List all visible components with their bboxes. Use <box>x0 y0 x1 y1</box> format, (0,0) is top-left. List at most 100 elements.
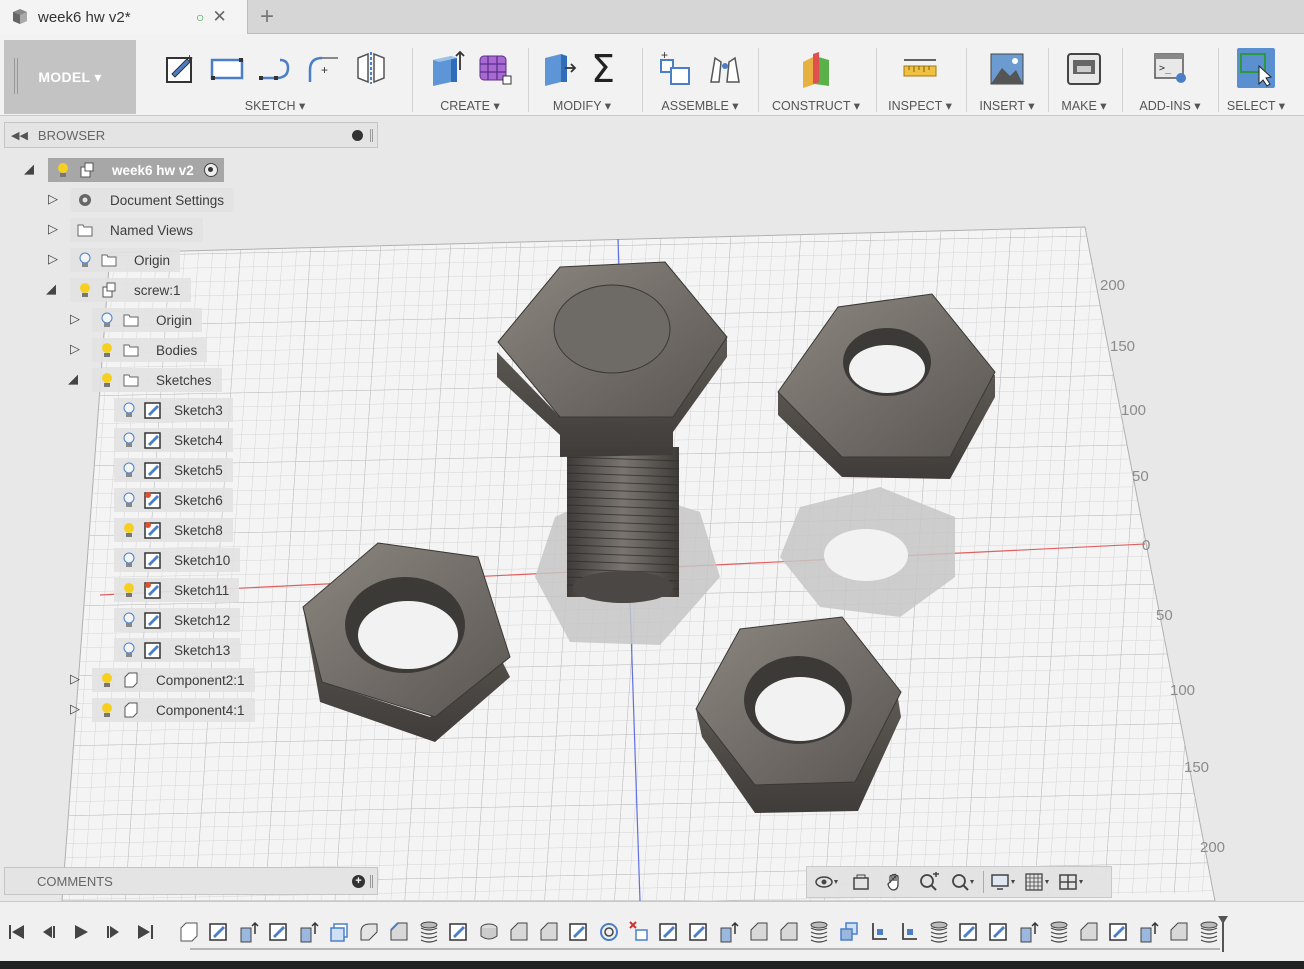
expand-arrow-down-icon[interactable]: ◢ <box>46 281 56 297</box>
chamfer-feature-icon[interactable] <box>1168 920 1190 944</box>
make-menu[interactable]: MAKE ▾ <box>1050 98 1118 113</box>
new-tab-button[interactable]: + <box>256 3 278 31</box>
comments-panel[interactable]: COMMENTS + <box>4 867 378 895</box>
sketch-menu[interactable]: SKETCH ▾ <box>140 98 410 113</box>
lightbulb-icon[interactable] <box>76 281 94 299</box>
panel-grip[interactable] <box>370 875 373 888</box>
extrude-feature-icon[interactable] <box>298 920 320 944</box>
tree-item-sketch[interactable]: Sketch10 <box>114 548 241 572</box>
tree-item-sketches[interactable]: Sketches <box>92 368 222 392</box>
thread-feature-icon[interactable] <box>1048 920 1070 944</box>
thread-feature-icon[interactable] <box>928 920 950 944</box>
select-icon[interactable] <box>1237 48 1275 88</box>
workspace-switcher[interactable]: MODEL ▾ <box>4 40 136 114</box>
step-forward-icon[interactable] <box>102 920 124 944</box>
scripts-icon[interactable]: >_ <box>1151 48 1189 88</box>
play-icon[interactable] <box>70 920 92 944</box>
new-component-icon[interactable]: + <box>657 48 695 88</box>
pin-icon[interactable] <box>352 130 363 141</box>
tree-item-sketch[interactable]: Sketch3 <box>114 398 233 422</box>
tree-item-sketch[interactable]: Sketch11 <box>114 578 240 602</box>
hole-feature-icon[interactable] <box>598 920 620 944</box>
3d-print-icon[interactable] <box>1065 48 1103 88</box>
sketch-feature-icon[interactable] <box>688 920 710 944</box>
measure-icon[interactable] <box>901 48 939 88</box>
move-feature-icon[interactable] <box>898 920 920 944</box>
lightbulb-off-icon[interactable] <box>120 551 138 569</box>
expand-arrow-right-icon[interactable]: ▷ <box>70 701 80 717</box>
3d-viewport[interactable]: 200 150 100 50 0 50 100 150 200 ◀◀ BROWS… <box>0 117 1304 901</box>
tree-root-node[interactable]: week6 hw v2 <box>48 158 224 182</box>
lightbulb-off-icon[interactable] <box>76 251 94 269</box>
chamfer-feature-icon[interactable] <box>748 920 770 944</box>
look-at-icon[interactable] <box>847 870 875 894</box>
zoom-icon[interactable] <box>915 870 943 894</box>
expand-arrow-down-icon[interactable]: ◢ <box>68 371 78 387</box>
tree-item-named-views[interactable]: Named Views <box>70 218 204 242</box>
lightbulb-icon[interactable] <box>120 581 138 599</box>
sketch-feature-icon[interactable] <box>268 920 290 944</box>
press-pull-icon[interactable] <box>539 48 577 88</box>
sketch-feature-icon[interactable] <box>448 920 470 944</box>
rectangle-icon[interactable] <box>208 48 246 88</box>
expand-arrow-right-icon[interactable]: ▷ <box>48 251 58 267</box>
addins-menu[interactable]: ADD-INS ▾ <box>1124 98 1216 113</box>
thread-feature-icon[interactable] <box>808 920 830 944</box>
create-menu[interactable]: CREATE ▾ <box>414 98 526 113</box>
lightbulb-icon[interactable] <box>54 161 72 179</box>
lightbulb-off-icon[interactable] <box>120 461 138 479</box>
box-feature-icon[interactable] <box>328 920 350 944</box>
expand-arrow-right-icon[interactable]: ▷ <box>70 311 80 327</box>
sketch-feature-icon[interactable] <box>1108 920 1130 944</box>
lightbulb-off-icon[interactable] <box>120 431 138 449</box>
timeline-marker-icon[interactable] <box>1218 916 1228 952</box>
assemble-menu[interactable]: ASSEMBLE ▾ <box>644 98 756 113</box>
lightbulb-icon[interactable] <box>98 341 116 359</box>
viewports-icon[interactable] <box>1058 870 1086 894</box>
panel-grip[interactable] <box>370 129 373 142</box>
orbit-icon[interactable] <box>813 870 841 894</box>
expand-arrow-down-icon[interactable]: ◢ <box>24 161 34 177</box>
go-to-end-icon[interactable] <box>134 920 156 944</box>
fit-zoom-dropdown-icon[interactable] <box>949 870 977 894</box>
sketch-feature-icon[interactable] <box>208 920 230 944</box>
expand-arrow-right-icon[interactable]: ▷ <box>70 671 80 687</box>
grid-settings-icon[interactable] <box>1024 870 1052 894</box>
extrude-feature-icon[interactable] <box>1018 920 1040 944</box>
fillet-sketch-icon[interactable]: + <box>304 48 342 88</box>
sketch-feature-icon[interactable] <box>988 920 1010 944</box>
toolbar-grip[interactable] <box>14 58 18 94</box>
tree-item-screw[interactable]: screw:1 <box>70 278 191 302</box>
form-icon[interactable] <box>475 48 513 88</box>
image-icon[interactable] <box>988 48 1026 88</box>
fillet-feature-icon[interactable] <box>358 920 380 944</box>
joint-icon[interactable] <box>705 48 743 88</box>
copy-feature-icon[interactable] <box>838 920 860 944</box>
create-sketch-icon[interactable]: + <box>160 48 198 88</box>
chamfer-feature-icon[interactable] <box>1078 920 1100 944</box>
construct-menu[interactable]: CONSTRUCT ▾ <box>760 98 872 113</box>
tree-item-sketch[interactable]: Sketch6 <box>114 488 233 512</box>
sketch-feature-icon[interactable] <box>568 920 590 944</box>
lightbulb-off-icon[interactable] <box>120 641 138 659</box>
extrude-feature-icon[interactable] <box>238 920 260 944</box>
tree-item-sketch[interactable]: Sketch8 <box>114 518 233 542</box>
modify-menu[interactable]: MODIFY ▾ <box>530 98 634 113</box>
tree-item-sketch[interactable]: Sketch4 <box>114 428 233 452</box>
tree-item-document-settings[interactable]: Document Settings <box>70 188 235 212</box>
display-settings-icon[interactable] <box>990 870 1018 894</box>
plane-icon[interactable] <box>797 48 835 88</box>
line-icon[interactable] <box>256 48 294 88</box>
component-feature-icon[interactable] <box>178 920 200 944</box>
extrude-feature-icon[interactable] <box>1138 920 1160 944</box>
lightbulb-icon[interactable] <box>98 701 116 719</box>
lightbulb-off-icon[interactable] <box>98 311 116 329</box>
sketch-feature-icon[interactable] <box>658 920 680 944</box>
lightbulb-off-icon[interactable] <box>120 491 138 509</box>
thread-feature-icon[interactable] <box>418 920 440 944</box>
document-tab[interactable]: week6 hw v2* ○ ✕ <box>0 0 248 34</box>
pan-hand-icon[interactable] <box>881 870 909 894</box>
chamfer-feature-icon[interactable] <box>778 920 800 944</box>
chamfer-feature-icon[interactable] <box>538 920 560 944</box>
activate-radio-icon[interactable] <box>203 163 218 177</box>
